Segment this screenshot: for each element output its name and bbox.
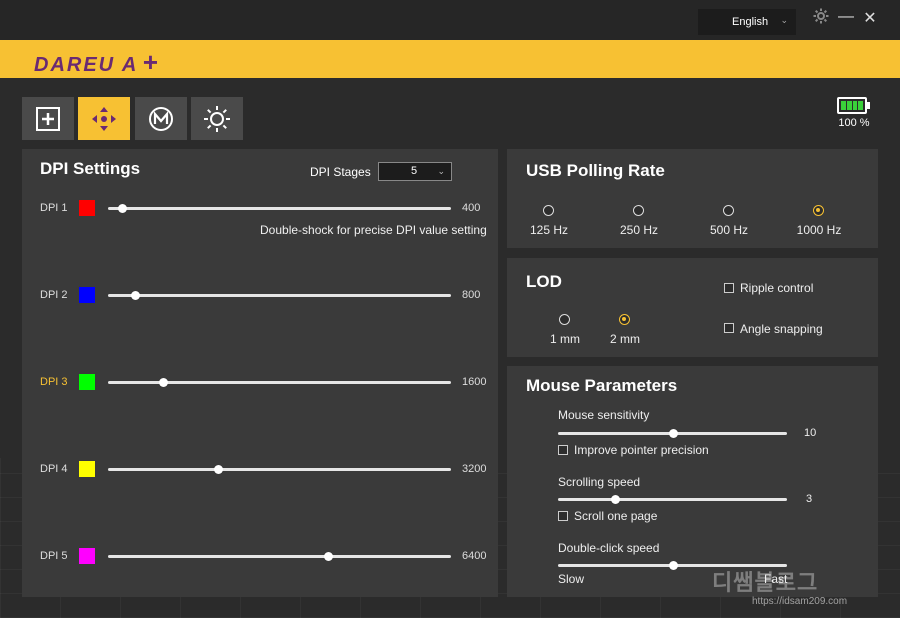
dpi-slider[interactable] <box>108 465 451 474</box>
scrolling-speed-value: 3 <box>806 493 813 505</box>
watermark-text: 디쌤블로그 <box>712 570 819 595</box>
minimize-button[interactable]: — <box>836 8 856 26</box>
double-click-speed-label: Double-click speed <box>558 541 660 555</box>
dpi-stage-label[interactable]: DPI 1 <box>40 202 68 214</box>
mouse-sensitivity-value: 10 <box>804 427 817 439</box>
polling-option-label: 500 Hz <box>709 223 749 237</box>
polling-radio[interactable] <box>723 205 734 216</box>
improve-precision-checkbox[interactable] <box>558 445 568 455</box>
mouse-parameters-panel: Mouse Parameters Mouse sensitivity 10 Im… <box>507 366 878 597</box>
scrolling-speed-label: Scrolling speed <box>558 475 641 489</box>
scroll-one-page-label: Scroll one page <box>574 509 658 523</box>
chevron-down-icon: ⌄ <box>437 166 445 176</box>
language-value: English <box>732 16 769 28</box>
dpi-slider-thumb[interactable] <box>117 204 127 213</box>
tool-lighting-button[interactable] <box>191 97 243 140</box>
dpi-value: 6400 <box>462 550 487 562</box>
polling-radio[interactable] <box>813 205 824 216</box>
lod-radio[interactable] <box>619 314 630 325</box>
dpi-stages-value: 5 <box>411 165 418 177</box>
dpi-row: DPI 1 400 <box>22 199 506 219</box>
polling-option-label: 250 Hz <box>619 223 659 237</box>
title-bar: English ⌄ — ✕ <box>0 0 900 40</box>
dpi-stage-label[interactable]: DPI 4 <box>40 463 68 475</box>
brand-bar: DAREU A + <box>0 40 900 78</box>
polling-rate-panel: USB Polling Rate 125 Hz 250 Hz 500 Hz 1000 … <box>507 149 878 248</box>
dpi-row: DPI 5 6400 <box>22 547 506 567</box>
dpi-slider-thumb[interactable] <box>213 465 223 474</box>
polling-radio[interactable] <box>543 205 554 216</box>
chevron-down-icon: ⌄ <box>780 15 788 25</box>
dpi-stage-label[interactable]: DPI 5 <box>40 550 68 562</box>
improve-precision-label: Improve pointer precision <box>574 443 709 457</box>
polling-option-label: 1000 Hz <box>796 223 842 237</box>
battery-indicator: 100 % <box>837 97 871 129</box>
polling-rate-title: USB Polling Rate <box>526 161 665 180</box>
lod-panel: LOD 1 mm 2 mm Ripple control Angle snappi… <box>507 258 878 357</box>
double-click-speed-thumb[interactable] <box>668 561 678 570</box>
tool-macro-button[interactable] <box>135 97 187 140</box>
dpi-row: DPI 3 1600 <box>22 373 506 393</box>
dpi-color-swatch[interactable] <box>79 461 95 477</box>
scroll-one-page-checkbox[interactable] <box>558 511 568 521</box>
watermark-url: https://idsam209.com <box>752 596 848 607</box>
battery-percent: 100 % <box>838 117 870 129</box>
dpi-slider[interactable] <box>108 204 451 213</box>
dpi-slider-thumb[interactable] <box>131 291 141 300</box>
dpi-settings-title: DPI Settings <box>40 159 141 178</box>
dpi-value: 3200 <box>462 463 487 475</box>
dpi-slider-thumb[interactable] <box>158 378 168 387</box>
tool-performance-button[interactable] <box>78 97 130 140</box>
dpi-color-swatch[interactable] <box>79 548 95 564</box>
dpi-slider-thumb[interactable] <box>323 552 333 561</box>
lighting-sun-icon <box>204 105 230 132</box>
angle-snapping-checkbox[interactable] <box>724 323 734 333</box>
polling-radio[interactable] <box>633 205 644 216</box>
plus-square-icon <box>36 106 60 131</box>
dpi-slider[interactable] <box>108 378 451 387</box>
angle-snapping-label: Angle snapping <box>740 322 823 336</box>
mouse-sensitivity-thumb[interactable] <box>668 429 678 438</box>
dpi-value: 800 <box>462 289 481 301</box>
dpi-row: DPI 4 3200 <box>22 460 506 480</box>
dpi-slider[interactable] <box>108 291 451 300</box>
dpi-stages-label: DPI Stages <box>310 165 371 179</box>
dpi-value: 1600 <box>462 376 487 388</box>
dpi-color-swatch[interactable] <box>79 200 95 216</box>
mouse-sensitivity-label: Mouse sensitivity <box>558 408 650 422</box>
battery-icon <box>837 97 870 114</box>
ripple-control-checkbox[interactable] <box>724 283 734 293</box>
close-button[interactable]: ✕ <box>860 8 880 28</box>
dpi-stage-label[interactable]: DPI 2 <box>40 289 68 301</box>
scrolling-speed-slider[interactable] <box>558 495 787 504</box>
dpi-stages-select[interactable]: 5 ⌄ <box>378 162 452 181</box>
move-arrows-icon <box>92 106 116 131</box>
dpi-row: DPI 2 800 <box>22 286 506 306</box>
scrolling-speed-thumb[interactable] <box>611 495 621 504</box>
macro-m-icon <box>149 106 173 131</box>
dpi-color-swatch[interactable] <box>79 374 95 390</box>
settings-gear-icon[interactable] <box>811 8 831 29</box>
watermark: 디쌤블로그 https://idsam209.com <box>712 565 892 611</box>
dareu-logo: DAREU A + <box>34 47 160 77</box>
mouse-parameters-title: Mouse Parameters <box>526 376 678 395</box>
mouse-sensitivity-slider[interactable] <box>558 429 787 438</box>
slow-label: Slow <box>558 572 585 586</box>
dpi-stage-label[interactable]: DPI 3 <box>40 376 68 388</box>
lod-radio[interactable] <box>559 314 570 325</box>
language-select[interactable]: English ⌄ <box>698 9 796 35</box>
tool-plus-button[interactable] <box>22 97 74 140</box>
dpi-slider[interactable] <box>108 552 451 561</box>
ripple-control-label: Ripple control <box>740 281 814 295</box>
dpi-hint: Double-shock for precise DPI value setti… <box>260 223 487 237</box>
dpi-color-swatch[interactable] <box>79 287 95 303</box>
lod-option-label: 2 mm <box>610 332 640 346</box>
dpi-settings-panel: DPI Settings DPI Stages 5 ⌄ Double-shock… <box>22 149 498 597</box>
dpi-value: 400 <box>462 202 481 214</box>
polling-option-label: 125 Hz <box>529 223 569 237</box>
lod-title: LOD <box>526 272 562 291</box>
